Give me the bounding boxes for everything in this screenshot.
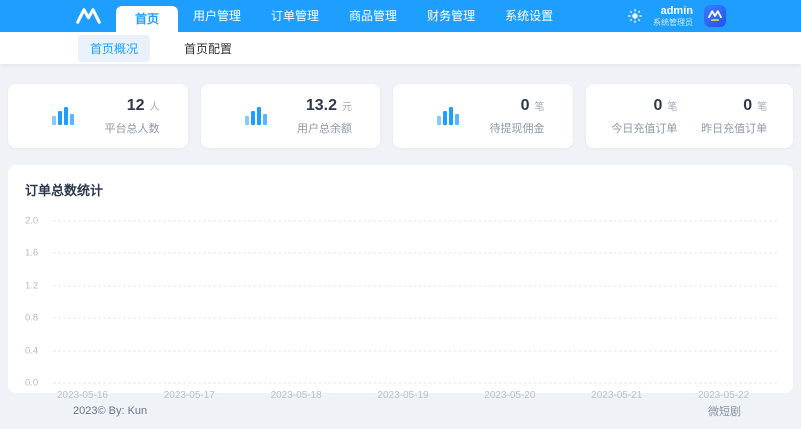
stat-block: 0 笔 待提现佣金 — [490, 97, 545, 136]
stat-block-today: 0 笔 今日充值订单 — [611, 97, 677, 136]
nav-item-users[interactable]: 用户管理 — [178, 0, 256, 32]
stat-unit: 笔 — [667, 98, 677, 113]
stat-value: 12 — [127, 97, 145, 115]
stat-unit: 人 — [150, 98, 160, 113]
stats-row: 12 人 平台总人数 13.2 元 用户总余额 — [0, 64, 801, 148]
stat-value: 13.2 — [306, 97, 337, 115]
user-info[interactable]: admin 系统管理员 — [653, 5, 693, 27]
stat-label: 今日充值订单 — [611, 120, 677, 136]
gridline — [53, 318, 777, 319]
orders-total-chart-card: 订单总数统计 2.0 1.6 1.2 0.8 0.4 0.0 2023-05-1… — [8, 165, 793, 393]
gridline-row: 0.0 — [25, 378, 777, 389]
x-axis-labels: 2023-05-16 2023-05-17 2023-05-18 2023-05… — [25, 390, 777, 401]
top-navbar: 首页 用户管理 订单管理 商品管理 财务管理 系统设置 — [0, 0, 801, 32]
stat-unit: 笔 — [757, 98, 767, 113]
subnav-tabs: 首页概况 首页配置 — [0, 32, 801, 64]
theme-toggle[interactable] — [628, 9, 642, 23]
x-tick: 2023-05-19 — [350, 390, 457, 401]
y-tick: 1.6 — [25, 248, 49, 259]
stat-value: 0 — [521, 97, 530, 115]
gridline-row: 1.2 — [25, 281, 777, 292]
y-tick: 0.4 — [25, 346, 49, 357]
x-tick: 2023-05-22 — [670, 390, 777, 401]
main-nav: 首页 用户管理 订单管理 商品管理 财务管理 系统设置 — [116, 0, 568, 32]
x-tick: 2023-05-21 — [563, 390, 670, 401]
stat-card-total-users: 12 人 平台总人数 — [8, 84, 188, 148]
bar-chart-icon — [437, 105, 463, 127]
stat-value: 0 — [743, 97, 752, 115]
admin-dashboard-page: 首页 用户管理 订单管理 商品管理 财务管理 系统设置 — [0, 0, 801, 429]
gridline — [53, 221, 777, 222]
stat-card-recharge-orders: 0 笔 今日充值订单 0 笔 昨日充值订单 — [586, 84, 794, 148]
nav-item-orders[interactable]: 订单管理 — [256, 0, 334, 32]
x-tick: 2023-05-20 — [456, 390, 563, 401]
nav-item-products[interactable]: 商品管理 — [334, 0, 412, 32]
brand-logo-icon[interactable] — [75, 7, 102, 25]
stat-block: 12 人 平台总人数 — [105, 97, 160, 136]
user-name: admin — [653, 5, 693, 18]
x-tick: 2023-05-16 — [29, 390, 136, 401]
navbar-right: admin 系统管理员 — [628, 5, 726, 27]
stat-label: 平台总人数 — [105, 120, 160, 136]
gridline — [53, 253, 777, 254]
user-role: 系统管理员 — [653, 18, 693, 27]
stat-block-yesterday: 0 笔 昨日充值订单 — [701, 97, 767, 136]
stat-label: 待提现佣金 — [490, 120, 545, 136]
gridline — [53, 383, 777, 384]
stat-unit: 笔 — [535, 98, 545, 113]
x-tick: 2023-05-17 — [136, 390, 243, 401]
gridline-row: 1.6 — [25, 248, 777, 259]
gridline — [53, 286, 777, 287]
footer-brand-text: 微短剧 — [708, 403, 741, 419]
tab-home-overview[interactable]: 首页概况 — [78, 35, 150, 62]
y-tick: 0.0 — [25, 378, 49, 389]
stat-block: 13.2 元 用户总余额 — [297, 97, 352, 136]
nav-item-settings[interactable]: 系统设置 — [490, 0, 568, 32]
bar-chart-icon — [52, 105, 78, 127]
brand-avatar-icon — [707, 9, 723, 23]
y-tick: 2.0 — [25, 216, 49, 227]
user-avatar[interactable] — [704, 5, 726, 27]
gridline-row: 0.4 — [25, 346, 777, 357]
sun-icon — [628, 9, 642, 23]
stat-card-total-balance: 13.2 元 用户总余额 — [201, 84, 381, 148]
stat-card-pending-commission: 0 笔 待提现佣金 — [393, 84, 573, 148]
nav-item-finance[interactable]: 财务管理 — [412, 0, 490, 32]
bar-chart-icon — [245, 105, 271, 127]
gridline-row: 2.0 — [25, 216, 777, 227]
tab-home-config[interactable]: 首页配置 — [172, 35, 244, 62]
stat-label: 用户总余额 — [297, 120, 352, 136]
mountain-m-logo-icon — [75, 7, 102, 25]
stat-label: 昨日充值订单 — [701, 120, 767, 136]
chart-title: 订单总数统计 — [25, 180, 777, 199]
stat-unit: 元 — [342, 98, 352, 113]
gridline-row: 0.8 — [25, 313, 777, 324]
nav-item-home[interactable]: 首页 — [116, 6, 178, 32]
copyright-text: 2023© By: Kun — [73, 405, 147, 417]
y-tick: 1.2 — [25, 281, 49, 292]
chart-plot-area: 2.0 1.6 1.2 0.8 0.4 0.0 — [25, 221, 777, 383]
x-tick: 2023-05-18 — [243, 390, 350, 401]
y-tick: 0.8 — [25, 313, 49, 324]
stat-value: 0 — [653, 97, 662, 115]
gridline — [53, 351, 777, 352]
